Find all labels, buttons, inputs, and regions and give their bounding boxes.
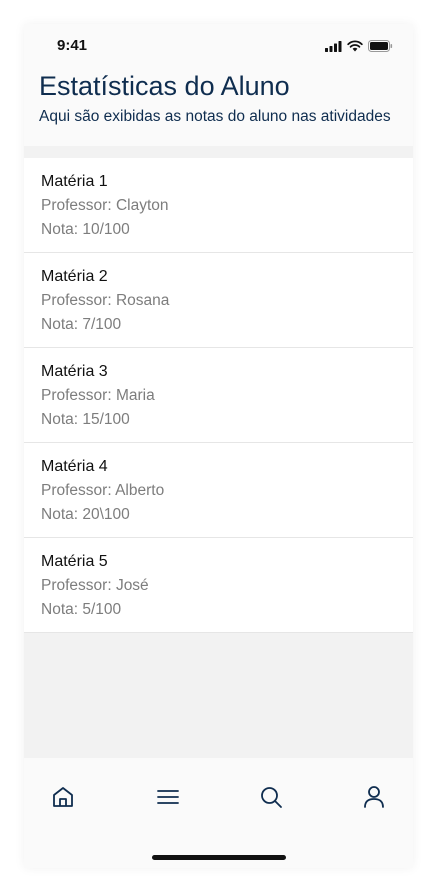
- phone-screen: 9:41 Estatísticas do Aluno Aqui são exib…: [24, 24, 413, 868]
- subject-professor: Professor: Clayton: [41, 197, 169, 214]
- menu-icon: [157, 790, 179, 804]
- subject-name: Matéria 1: [41, 173, 108, 190]
- subject-name: Matéria 4: [41, 458, 108, 475]
- subject-name: Matéria 2: [41, 268, 108, 285]
- subject-professor: Professor: Rosana: [41, 292, 170, 309]
- subject-list: Matéria 1 Professor: Clayton Nota: 10/10…: [24, 158, 413, 633]
- subject-grade: Nota: 20\100: [41, 506, 130, 523]
- page-subtitle: Aqui são exibidas as notas do aluno nas …: [39, 108, 391, 125]
- battery-icon: [368, 40, 393, 52]
- subject-professor: Professor: José: [41, 577, 149, 594]
- subject-name: Matéria 5: [41, 553, 108, 570]
- subject-item[interactable]: Matéria 2 Professor: Rosana Nota: 7/100: [24, 253, 413, 348]
- signal-icon: [325, 40, 342, 52]
- subject-professor: Professor: Alberto: [41, 482, 165, 499]
- tab-home[interactable]: [50, 784, 76, 810]
- home-indicator[interactable]: [152, 855, 286, 860]
- tab-bar: [24, 758, 413, 868]
- status-icons: [325, 40, 393, 52]
- profile-icon: [364, 786, 384, 808]
- status-time: 9:41: [57, 37, 88, 54]
- subject-item[interactable]: Matéria 3 Professor: Maria Nota: 15/100: [24, 348, 413, 443]
- subject-grade: Nota: 5/100: [41, 601, 122, 618]
- subject-grade: Nota: 7/100: [41, 316, 122, 333]
- page-title: Estatísticas do Aluno: [39, 71, 290, 101]
- subject-item[interactable]: Matéria 1 Professor: Clayton Nota: 10/10…: [24, 158, 413, 253]
- subject-name: Matéria 3: [41, 363, 108, 380]
- subject-item[interactable]: Matéria 5 Professor: José Nota: 5/100: [24, 538, 413, 633]
- home-icon: [53, 787, 73, 807]
- status-bar: 9:41: [24, 24, 413, 68]
- content-area: Matéria 1 Professor: Clayton Nota: 10/10…: [24, 146, 413, 758]
- subject-grade: Nota: 15/100: [41, 411, 130, 428]
- search-icon: [261, 787, 282, 808]
- subject-professor: Professor: Maria: [41, 387, 155, 404]
- tab-search[interactable]: [258, 784, 284, 810]
- tab-menu[interactable]: [155, 784, 181, 810]
- subject-grade: Nota: 10/100: [41, 221, 130, 238]
- subject-item[interactable]: Matéria 4 Professor: Alberto Nota: 20\10…: [24, 443, 413, 538]
- wifi-icon: [347, 40, 363, 52]
- tab-profile[interactable]: [361, 784, 387, 810]
